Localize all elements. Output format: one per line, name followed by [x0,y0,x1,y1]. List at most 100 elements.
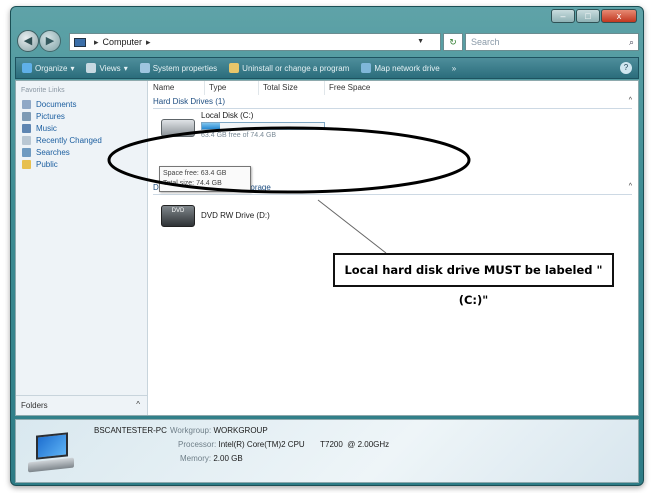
details-pane: BSCANTESTER-PC Workgroup: WORKGROUP Proc… [15,419,639,483]
organize-label: Organize [35,63,68,73]
drive-name: DVD RW Drive (D:) [201,211,270,220]
sidebar-item-label: Music [36,123,57,133]
system-properties-icon [139,63,150,73]
sidebar-item-label: Recently Changed [36,135,102,145]
dvd-drive-icon: DVD [161,205,195,227]
sidebar-item-label: Documents [36,99,77,109]
views-button[interactable]: Views ▾ [86,63,128,73]
sidebar-item-searches[interactable]: Searches [22,146,147,158]
chevron-up-icon[interactable]: ^ [629,97,632,104]
processor-value: Intel(R) Core(TM)2 CPU T7200 @ 2.00GHz [218,440,390,449]
hard-disk-icon [161,119,195,137]
window-controls: – □ x [551,9,637,23]
refresh-button[interactable]: ↻ [443,33,463,51]
system-properties-label: System properties [152,63,218,73]
breadcrumb-arrow-icon[interactable]: ▸ [146,34,151,50]
sidebar-item-label: Public [36,159,58,169]
recently-changed-icon [22,135,31,145]
sidebar-item-label: Pictures [36,111,65,121]
views-icon [86,63,97,73]
drive-info: Local Disk (C:) 63.4 GB free of 74.4 GB [201,111,325,139]
music-icon [22,123,31,133]
organize-icon [22,63,32,73]
explorer-window: – □ x ◀ ▶ ▸ Computer ▸ ▼ ↻ Search ⌕ Orga… [10,6,644,486]
processor-label: Processor: [178,440,217,449]
content-area: Favorite Links Documents Pictures Music … [15,80,639,416]
address-dropdown-icon[interactable]: ▼ [417,34,424,50]
workgroup-value: WORKGROUP [213,426,268,435]
address-bar[interactable]: ▸ Computer ▸ ▼ [69,33,441,51]
drive-name: Local Disk (C:) [201,111,254,120]
forward-button[interactable]: ▶ [39,30,61,52]
disk-usage-bar [201,122,325,130]
chevron-up-icon[interactable]: ^ [629,183,632,190]
column-type[interactable]: Type [205,81,259,95]
column-name[interactable]: Name [149,81,205,95]
help-icon[interactable]: ? [620,62,632,74]
map-network-drive-label: Map network drive [374,63,440,73]
more-commands-button[interactable]: » [452,64,456,73]
column-headers: Name Type Total Size Free Space [149,81,638,95]
annotation-callout: Local hard disk drive MUST be labeled "(… [333,253,614,307]
search-icon[interactable]: ⌕ [629,34,634,50]
sidebar-item-label: Searches [36,147,70,157]
map-network-drive-button[interactable]: Map network drive [361,63,440,73]
column-free-space[interactable]: Free Space [325,81,395,95]
search-input[interactable]: Search ⌕ [465,33,639,51]
title-bar[interactable]: – □ x [11,7,643,27]
sidebar-item-public[interactable]: Public [22,158,147,170]
disk-usage-fill [202,123,221,129]
computer-icon [28,432,74,473]
more-commands-label: » [451,63,457,73]
close-button[interactable]: x [601,9,637,23]
search-placeholder: Search [471,37,500,47]
group-header-hard-disks[interactable]: Hard Disk Drives (1) ^ [153,97,632,109]
folder-icon [22,159,31,169]
computer-icon [74,37,86,47]
drive-free-space: 63.4 GB free of 74.4 GB [201,132,277,139]
uninstall-program-label: Uninstall or change a program [242,63,350,73]
sidebar-item-recently-changed[interactable]: Recently Changed [22,134,147,146]
folders-label: Folders [21,401,48,410]
address-row: ◀ ▶ ▸ Computer ▸ ▼ ↻ Search ⌕ [11,29,643,55]
breadcrumb-computer[interactable]: Computer [103,34,143,50]
network-drive-icon [361,63,372,73]
workgroup-row: Workgroup: WORKGROUP [170,426,268,435]
processor-row: Processor: Intel(R) Core(TM)2 CPU T7200 … [178,440,389,449]
sidebar-item-music[interactable]: Music [22,122,147,134]
favorite-links-title: Favorite Links [21,87,65,94]
chevron-up-icon: ^ [136,400,140,409]
memory-value: 2.00 GB [213,454,243,463]
minimize-button[interactable]: – [551,9,575,23]
searches-icon [22,147,31,157]
memory-label: Memory: [180,454,212,463]
sidebar-item-documents[interactable]: Documents [22,98,147,110]
drive-local-c[interactable]: Local Disk (C:) 63.4 GB free of 74.4 GB [161,111,325,139]
maximize-button[interactable]: □ [576,9,600,23]
chevron-down-icon: ▾ [70,63,75,73]
organize-button[interactable]: Organize ▾ [22,63,74,73]
group-title: Hard Disk Drives (1) [153,97,226,106]
column-total-size[interactable]: Total Size [259,81,325,95]
memory-row: Memory: 2.00 GB [180,454,243,463]
drive-tooltip: Space free: 63.4 GB Total size: 74.4 GB [159,166,251,192]
system-properties-button[interactable]: System properties [139,63,218,73]
tooltip-space-free: Space free: 63.4 GB [163,170,227,177]
file-list-pane: Name Type Total Size Free Space Hard Dis… [149,81,638,415]
workgroup-label: Workgroup: [170,426,212,435]
command-bar: Organize ▾ Views ▾ System properties Uni… [15,57,639,79]
sidebar-item-pictures[interactable]: Pictures [22,110,147,122]
computer-name: BSCANTESTER-PC [94,426,167,435]
folders-toggle[interactable]: Folders ^ [16,395,148,415]
navigation-pane: Favorite Links Documents Pictures Music … [16,81,148,415]
breadcrumb-arrow-icon[interactable]: ▸ [94,34,99,50]
views-label: Views [99,63,121,73]
uninstall-program-button[interactable]: Uninstall or change a program [229,63,349,73]
back-button[interactable]: ◀ [17,30,39,52]
drive-dvd-d[interactable]: DVD DVD RW Drive (D:) [161,203,270,227]
programs-icon [229,63,240,73]
tooltip-total-size: Total size: 74.4 GB [163,180,222,187]
documents-icon [22,99,31,109]
chevron-down-icon: ▾ [123,63,128,73]
pictures-icon [22,111,31,121]
